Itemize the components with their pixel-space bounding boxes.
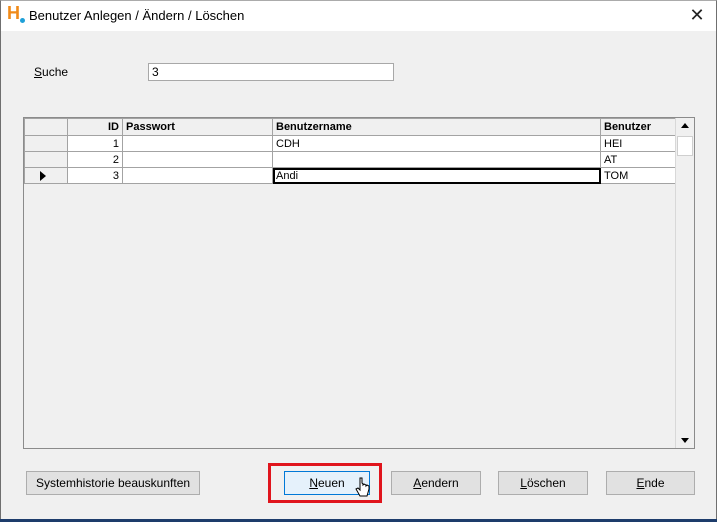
scroll-down-button[interactable] <box>676 432 694 448</box>
arrow-down-icon <box>681 438 689 443</box>
arrow-up-icon <box>681 123 689 128</box>
cell-benutzer[interactable]: HEI <box>600 135 678 152</box>
system-history-button[interactable]: Systemhistorie beauskunften <box>26 471 200 495</box>
cell-id[interactable]: 2 <box>67 151 123 168</box>
cell-benutzername[interactable]: CDH <box>272 135 601 152</box>
app-logo-icon: H <box>7 3 25 25</box>
cell-benutzer[interactable]: AT <box>600 151 678 168</box>
cell-benutzername-editing[interactable]: Andi <box>272 167 601 184</box>
vertical-scrollbar[interactable] <box>675 118 694 448</box>
scroll-thumb[interactable] <box>677 136 693 156</box>
cell-id[interactable]: 1 <box>67 135 123 152</box>
cell-passwort[interactable] <box>122 167 273 184</box>
table-row[interactable]: 2 AT <box>24 151 678 168</box>
scroll-up-button[interactable] <box>676 118 694 134</box>
change-button[interactable]: Aendern <box>391 471 481 495</box>
user-table: ID Passwort Benutzername Benutzer 1 CDH … <box>23 117 695 449</box>
window-title: Benutzer Anlegen / Ändern / Löschen <box>29 8 245 23</box>
cell-passwort[interactable] <box>122 135 273 152</box>
close-button[interactable]: ✕ <box>686 4 708 26</box>
end-button[interactable]: Ende <box>606 471 695 495</box>
cell-benutzername[interactable] <box>272 151 601 168</box>
current-row-arrow-icon <box>40 170 46 181</box>
delete-button[interactable]: Löschen <box>498 471 588 495</box>
cell-passwort[interactable] <box>122 151 273 168</box>
search-label: Suche <box>34 65 69 79</box>
row-selector-header <box>24 118 68 136</box>
table-row-current[interactable]: 3 Andi TOM <box>24 167 678 184</box>
mouse-pointer-icon <box>355 477 370 497</box>
column-header-passwort[interactable]: Passwort <box>122 118 273 136</box>
title-bar[interactable]: H Benutzer Anlegen / Ändern / Löschen ✕ <box>1 1 716 31</box>
cell-benutzer[interactable]: TOM <box>600 167 678 184</box>
table-row[interactable]: 1 CDH HEI <box>24 135 678 152</box>
dialog-window: H Benutzer Anlegen / Ändern / Löschen ✕ … <box>0 0 717 522</box>
row-selector[interactable] <box>24 135 68 152</box>
row-selector[interactable] <box>24 151 68 168</box>
column-header-benutzer[interactable]: Benutzer <box>600 118 678 136</box>
search-input[interactable] <box>148 63 394 81</box>
row-selector-current[interactable] <box>24 167 68 184</box>
column-header-benutzername[interactable]: Benutzername <box>272 118 601 136</box>
cell-id[interactable]: 3 <box>67 167 123 184</box>
column-header-id[interactable]: ID <box>67 118 123 136</box>
